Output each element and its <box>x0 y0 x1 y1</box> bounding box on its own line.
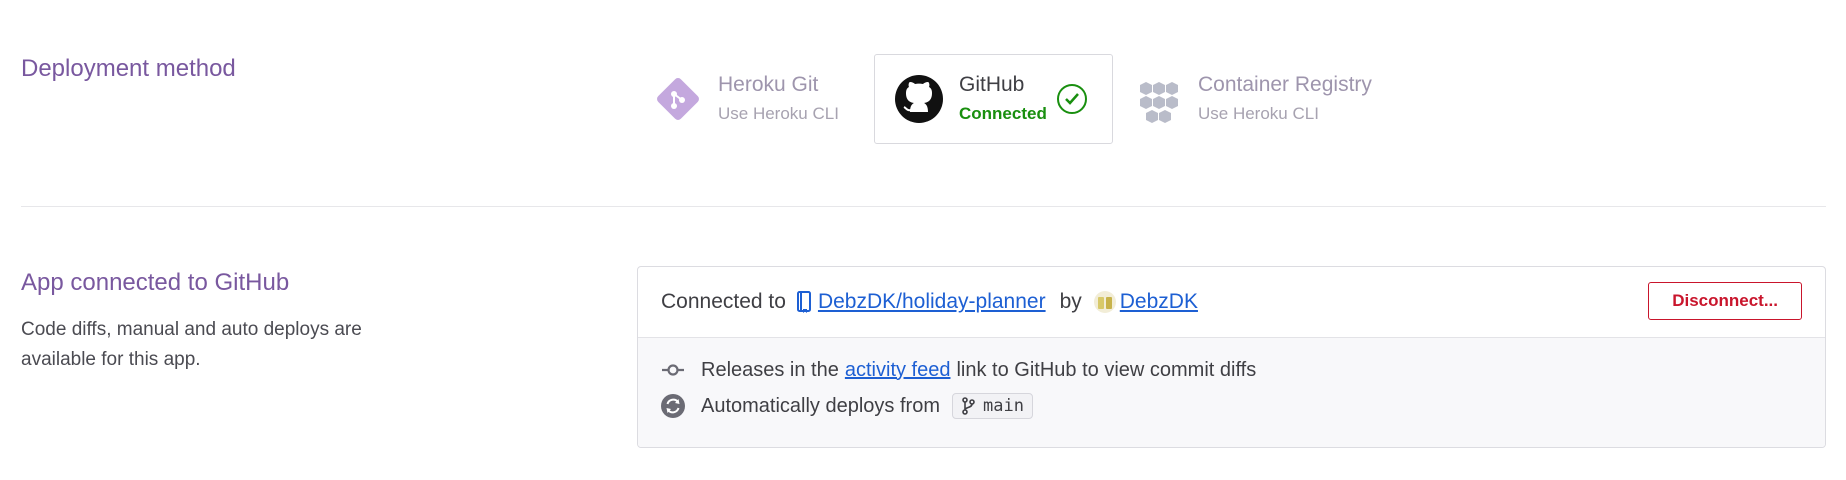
connection-header: Connected to DebzDK/holiday-planner by D… <box>638 267 1825 338</box>
auto-deploy-text: Automatically deploys from <box>701 394 940 417</box>
repo-book-icon <box>796 291 812 313</box>
activity-feed-link[interactable]: activity feed <box>845 359 951 382</box>
commit-icon <box>661 358 685 382</box>
check-circle-icon <box>1056 84 1087 114</box>
github-icon <box>891 71 947 127</box>
app-connected-title: App connected to GitHub <box>21 269 290 296</box>
section-divider <box>21 206 1826 207</box>
deployment-method-title: Deployment method <box>21 55 236 82</box>
method-name: Container Registry <box>1198 73 1372 96</box>
auto-deploy-row: Automatically deploys from main <box>661 388 1802 424</box>
method-heroku-git[interactable]: Heroku Git Use Heroku CLI <box>650 54 839 144</box>
releases-row: Releases in the activity feed link to Gi… <box>661 352 1802 388</box>
method-subtitle: Use Heroku CLI <box>1198 104 1319 123</box>
method-subtitle: Use Heroku CLI <box>718 104 839 123</box>
method-container-registry[interactable]: Container Registry Use Heroku CLI <box>1130 54 1372 144</box>
repo-link[interactable]: DebzDK/holiday-planner <box>818 290 1046 314</box>
connection-panel: Connected to DebzDK/holiday-planner by D… <box>637 266 1826 448</box>
branch-icon <box>962 397 975 415</box>
method-github[interactable]: GitHub Connected <box>874 54 1113 144</box>
releases-text-after: link to GitHub to view commit diffs <box>956 358 1257 381</box>
method-name: Heroku Git <box>718 73 819 96</box>
disconnect-button[interactable]: Disconnect... <box>1648 282 1802 320</box>
connected-to-label: Connected to <box>661 290 786 313</box>
connected-status: Connected <box>959 104 1047 123</box>
releases-text-before: Releases in the <box>701 358 839 381</box>
connection-description: Code diffs, manual and auto deploys are … <box>21 319 362 370</box>
sync-icon <box>661 394 685 418</box>
by-label: by <box>1059 290 1082 313</box>
container-registry-icon <box>1130 71 1186 127</box>
connection-details: Releases in the activity feed link to Gi… <box>638 338 1825 447</box>
heroku-git-icon <box>650 71 706 127</box>
user-link[interactable]: DebzDK <box>1120 290 1198 314</box>
branch-badge: main <box>951 393 1033 419</box>
branch-name: main <box>982 396 1024 416</box>
avatar <box>1093 291 1116 313</box>
method-name: GitHub <box>959 73 1025 96</box>
